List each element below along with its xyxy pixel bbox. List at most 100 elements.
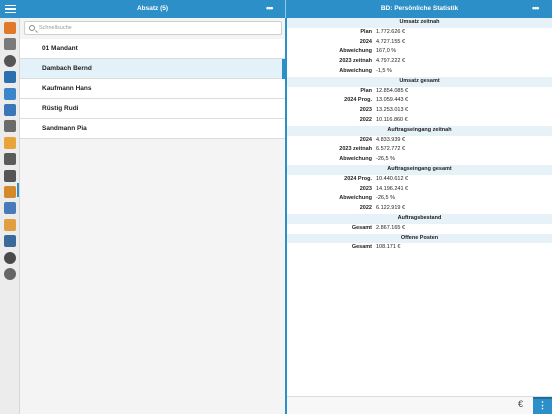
stat-row: 2023 zeitnah 4.797.222 € xyxy=(287,57,552,67)
search-placeholder: Schnellsuche xyxy=(39,25,72,31)
stat-value: 12.854.085 € xyxy=(376,87,409,94)
stat-label: 2022 xyxy=(359,205,372,212)
section-header: Auftragseingang gesamt xyxy=(287,164,552,175)
stat-row: 2024 Prog. 10.440.612 € xyxy=(287,175,552,185)
stat-row: Plan 12.854.085 € xyxy=(287,87,552,97)
phone-icon[interactable] xyxy=(4,104,16,116)
stat-row: 2023 zeitnah 6.572.772 € xyxy=(287,145,552,155)
stat-row: Abweichung -26,5 % xyxy=(287,194,552,204)
stat-label: 2024 xyxy=(359,136,372,143)
stat-label: Abweichung xyxy=(339,195,372,202)
stat-label: 2023 zeitnah xyxy=(339,146,372,153)
stat-value: -26,5 % xyxy=(376,156,395,163)
stat-row: Gesamt 2.867.165 € xyxy=(287,224,552,234)
stat-label: 2024 xyxy=(359,38,372,45)
more-options-icon[interactable]: ⋮ xyxy=(533,397,552,414)
briefcase-icon[interactable] xyxy=(4,153,16,166)
building-icon[interactable] xyxy=(4,120,16,133)
home-icon[interactable] xyxy=(4,22,16,34)
stat-label: 2023 zeitnah xyxy=(339,58,372,65)
list-panel: Schnellsuche 01 Mandant Dambach Bernd Kauf… xyxy=(20,18,285,414)
stat-value: 6.122.919 € xyxy=(376,205,406,212)
stat-value: 4.833.939 € xyxy=(376,136,406,143)
stat-value: 6.572.772 € xyxy=(376,146,406,153)
stat-row: 2024 Prog. 13.059.443 € xyxy=(287,96,552,106)
stat-value: -1,5 % xyxy=(376,67,392,74)
app-window: Absatz (5) ••• BD: Persönliche Statistik… xyxy=(0,0,552,414)
boxes-icon[interactable] xyxy=(4,202,16,215)
list-item[interactable]: 01 Mandant xyxy=(20,39,285,59)
top-bar: Absatz (5) ••• BD: Persönliche Statistik… xyxy=(0,0,552,18)
euro-icon[interactable] xyxy=(4,169,16,182)
document-icon[interactable] xyxy=(4,38,16,51)
stat-label: Gesamt xyxy=(351,224,372,231)
clock-icon[interactable] xyxy=(4,54,16,67)
contact-list: 01 Mandant Dambach Bernd Kaufmann Hans Rüst… xyxy=(20,39,285,139)
stat-label: 2024 Prog. xyxy=(344,97,372,104)
list-item[interactable]: Dambach Bernd xyxy=(20,59,285,79)
stat-label: 2024 Prog. xyxy=(344,175,372,182)
stat-value: 4.727.155 € xyxy=(376,38,406,45)
folder-icon[interactable] xyxy=(4,136,16,149)
icon-sidebar xyxy=(0,18,20,414)
stat-value: 13.059.443 € xyxy=(376,97,409,104)
bottom-bar: € ⋮ xyxy=(287,396,552,414)
stat-row: Gesamt 108.171 € xyxy=(287,243,552,253)
sidebar-selection-indicator xyxy=(17,183,19,197)
stat-value: 1.772.626 € xyxy=(376,28,406,35)
stat-label: Plan xyxy=(360,28,372,35)
list-item[interactable]: Rüstig Rudi xyxy=(20,99,285,119)
detail-title: BD: Persönliche Statistik xyxy=(380,5,459,12)
target-icon[interactable] xyxy=(4,251,16,264)
list-title: Absatz (5) xyxy=(136,5,169,12)
stat-label: Abweichung xyxy=(339,67,372,74)
stat-value: 167,0 % xyxy=(376,48,397,55)
chat-icon[interactable] xyxy=(4,87,16,100)
stat-value: 10.440.612 € xyxy=(376,175,409,182)
topbar-divider xyxy=(285,0,286,18)
stat-value: 4.797.222 € xyxy=(376,58,406,65)
stat-row: Abweichung 167,0 % xyxy=(287,47,552,57)
hamburger-menu-icon[interactable] xyxy=(0,0,20,18)
people-icon[interactable] xyxy=(4,71,16,84)
stat-row: 2023 14.196.241 € xyxy=(287,185,552,195)
stat-row: 2022 6.122.919 € xyxy=(287,204,552,214)
stat-row: Plan 1.772.626 € xyxy=(287,28,552,38)
stat-label: Abweichung xyxy=(339,156,372,163)
stat-row: 2022 10.116.860 € xyxy=(287,116,552,126)
section-header: Auftragsbestand xyxy=(287,213,552,224)
stat-label: Abweichung xyxy=(339,48,372,55)
search-input[interactable]: Schnellsuche xyxy=(24,21,282,35)
section-header: Umsatz zeitnah xyxy=(287,18,552,28)
section-header: Offene Posten xyxy=(287,233,552,244)
search-icon xyxy=(29,25,35,31)
stat-label: Gesamt xyxy=(351,244,372,251)
stat-value: 108.171 € xyxy=(376,244,401,251)
stat-value: 10.116.860 € xyxy=(376,116,408,123)
stat-value: 13.253.013 € xyxy=(376,107,409,114)
stat-value: 14.196.241 € xyxy=(376,185,409,192)
link-icon[interactable] xyxy=(4,235,16,248)
stat-row: 2024 4.833.939 € xyxy=(287,136,552,146)
stat-row: Abweichung -1,5 % xyxy=(287,67,552,77)
list-more-icon[interactable]: ••• xyxy=(266,0,274,18)
stat-label: 2022 xyxy=(359,116,372,123)
list-item[interactable]: Sandmann Pia xyxy=(20,119,285,139)
stat-row: 2024 4.727.155 € xyxy=(287,38,552,48)
currency-icon[interactable]: € xyxy=(518,399,523,409)
stat-value: -26,5 % xyxy=(376,195,395,202)
section-header: Auftragseingang zeitnah xyxy=(287,125,552,136)
gear-icon[interactable] xyxy=(4,268,16,280)
clipboard-icon[interactable] xyxy=(4,218,16,231)
list-item[interactable]: Kaufmann Hans xyxy=(20,79,285,99)
detail-more-icon[interactable]: ••• xyxy=(532,0,540,18)
stat-row: 2023 13.253.013 € xyxy=(287,106,552,116)
section-header: Umsatz gesamt xyxy=(287,76,552,87)
handshake-icon[interactable] xyxy=(4,186,16,198)
stat-row: Abweichung -26,5 % xyxy=(287,155,552,165)
stat-value: 2.867.165 € xyxy=(376,224,406,231)
statistics-panel: Umsatz zeitnah Plan 1.772.626 €2024 4.727.1… xyxy=(287,18,552,396)
stat-label: 2023 xyxy=(359,107,372,114)
stat-label: Plan xyxy=(360,87,372,94)
stat-label: 2023 xyxy=(359,185,372,192)
